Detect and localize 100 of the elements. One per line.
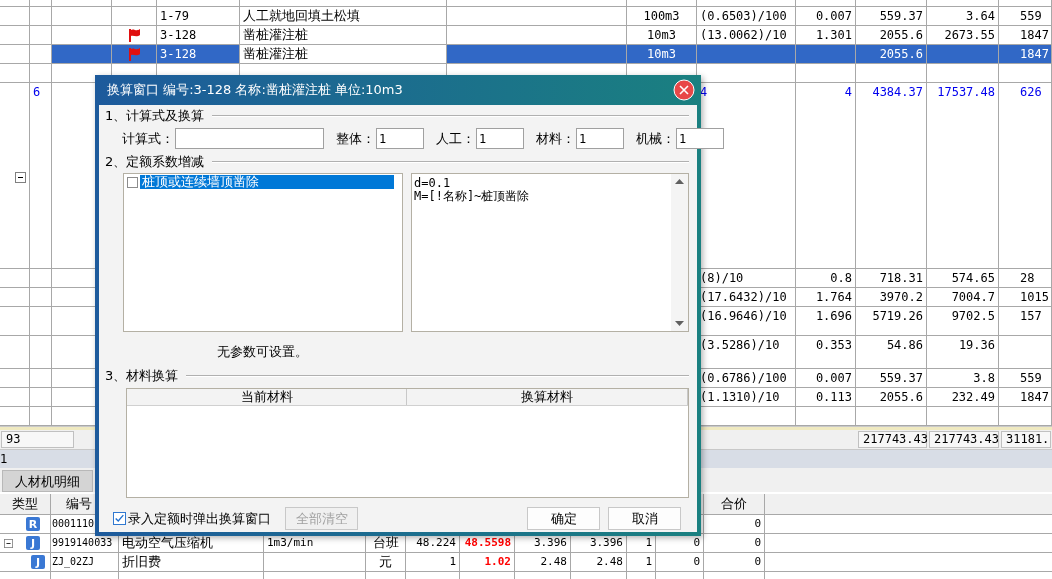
table-row[interactable]: 3-128 凿桩灌注桩 10m3 (13.0062)/10 1.301 2055.6 2673.55 1847 (0, 26, 1052, 45)
table-cell: 1847 (999, 388, 1052, 406)
column-header[interactable]: 换算材料 (407, 389, 688, 405)
table-cell: 232.49 (927, 388, 999, 406)
table-cell: 1847 (999, 26, 1052, 44)
total-cell: 217743.43 (929, 431, 999, 448)
table-cell: 10m3 (627, 45, 697, 63)
window-title: 换算窗口 编号:3-128 名称:凿桩灌注桩 单位:10m3 (107, 81, 403, 99)
input-field[interactable]: 1 (576, 128, 624, 149)
table-cell: 0 (704, 534, 765, 552)
table-cell: 折旧费 (119, 553, 264, 571)
table-cell: 2.48 (571, 553, 627, 571)
checkbox[interactable] (127, 176, 138, 188)
section-heading: 1、计算式及换算 (105, 107, 205, 125)
table-cell: 718.31 (856, 269, 927, 287)
table-cell: 2055.6 (856, 45, 927, 63)
table-cell: 28 (999, 269, 1052, 287)
table-cell: 157 (999, 307, 1052, 335)
input-field[interactable] (175, 128, 324, 149)
table-cell: 1015 (999, 288, 1052, 306)
column-header[interactable]: 类型 (0, 494, 51, 514)
table-cell: 6 (30, 83, 52, 268)
table-row[interactable]: 1-79 人工就地回填土松填 100m3 (0.6503)/100 0.007 559.37 3.64 559 (0, 7, 1052, 26)
status-text: 1 (0, 452, 8, 466)
input-field[interactable]: 1 (476, 128, 524, 149)
table-cell: 0.8 (796, 269, 856, 287)
table-cell: 0.007 (796, 7, 856, 25)
table-cell: 0 (704, 553, 765, 571)
total-cell: 217743.43 (858, 431, 927, 448)
list-item[interactable]: 桩顶或连续墙顶凿除 (140, 175, 394, 189)
table-cell: 54.86 (856, 336, 927, 368)
close-icon (673, 79, 695, 101)
table-cell: 1 (406, 553, 460, 571)
field-label: 材料： (536, 129, 575, 148)
table-cell: 1.696 (796, 307, 856, 335)
close-button[interactable] (673, 79, 695, 101)
table-cell: 人工就地回填土松填 (240, 7, 447, 25)
table-cell: 1.02 (460, 553, 515, 571)
table-cell: 3-128 (157, 45, 240, 63)
table-cell: 1.301 (796, 26, 856, 44)
table-cell: ZJ_02ZJ (51, 553, 119, 571)
table-cell: 574.65 (927, 269, 999, 287)
table-cell: 559 (999, 369, 1052, 387)
table-cell: 4384.37 (856, 83, 927, 268)
section-heading: 3、材料换算 (105, 367, 179, 385)
field-label: 机械： (636, 129, 675, 148)
field-label: 人工： (436, 129, 475, 148)
total-cell: 31181. (1001, 431, 1051, 448)
dialog-button[interactable]: 确定 (527, 507, 600, 530)
table-cell: 559 (999, 7, 1052, 25)
table-cell: 0 (656, 553, 704, 571)
table-cell: 3-128 (157, 26, 240, 44)
table-cell: 2055.6 (856, 26, 927, 44)
field-label: 计算式： (122, 129, 174, 148)
dialog-button[interactable]: 取消 (608, 507, 681, 530)
tab[interactable]: 人材机明细 (2, 470, 93, 492)
input-field[interactable]: 1 (676, 128, 724, 149)
type-badge: R (26, 517, 40, 531)
table-cell: 凿桩灌注桩 (240, 26, 447, 44)
table-cell: 3970.2 (856, 288, 927, 306)
table-cell: 2055.6 (856, 388, 927, 406)
table-cell: 1 (627, 553, 656, 571)
table-row[interactable]: 3-128 凿桩灌注桩 10m3 2055.6 1847 (0, 45, 1052, 64)
section-heading: 2、定额系数增减 (105, 153, 205, 171)
table-cell: 2.48 (515, 553, 571, 571)
checkbox[interactable] (113, 512, 126, 525)
column-header[interactable]: 合价 (704, 494, 765, 514)
checkbox-label[interactable]: 录入定额时弹出换算窗口 (128, 509, 271, 528)
column-header[interactable]: 当前材料 (127, 389, 407, 405)
table-cell: 559.37 (856, 7, 927, 25)
table-cell: 0.007 (796, 369, 856, 387)
table-cell: 19.36 (927, 336, 999, 368)
table-cell: 10m3 (627, 26, 697, 44)
table-cell: 5719.26 (856, 307, 927, 335)
table-cell: 3.8 (927, 369, 999, 387)
table-cell: (0.6503)/100 (697, 7, 796, 25)
table-cell: 1-79 (157, 7, 240, 25)
table-cell: 2673.55 (927, 26, 999, 44)
table-cell: 100m3 (627, 7, 697, 25)
table-cell: 1.764 (796, 288, 856, 306)
field-label: 整体： (336, 129, 375, 148)
table-cell: 3.64 (927, 7, 999, 25)
table-cell: 4 (796, 83, 856, 268)
info-text: 无参数可设置。 (217, 343, 308, 361)
table-cell: 0 (704, 515, 765, 533)
table-cell: 1847 (999, 45, 1052, 63)
table-cell: 0.353 (796, 336, 856, 368)
table-cell: 0.113 (796, 388, 856, 406)
collapse-icon[interactable] (15, 172, 26, 183)
table-cell: 17537.48 (927, 83, 999, 268)
table-cell: 7004.7 (927, 288, 999, 306)
collapse-icon[interactable] (4, 538, 13, 548)
table-cell: 元 (366, 553, 406, 571)
type-badge: J (26, 536, 40, 550)
table-cell: 9702.5 (927, 307, 999, 335)
table-cell: (13.0062)/10 (697, 26, 796, 44)
table-cell: 559.37 (856, 369, 927, 387)
count-field: 93 (1, 431, 74, 448)
input-field[interactable]: 1 (376, 128, 424, 149)
table-cell: 626 (999, 83, 1052, 268)
